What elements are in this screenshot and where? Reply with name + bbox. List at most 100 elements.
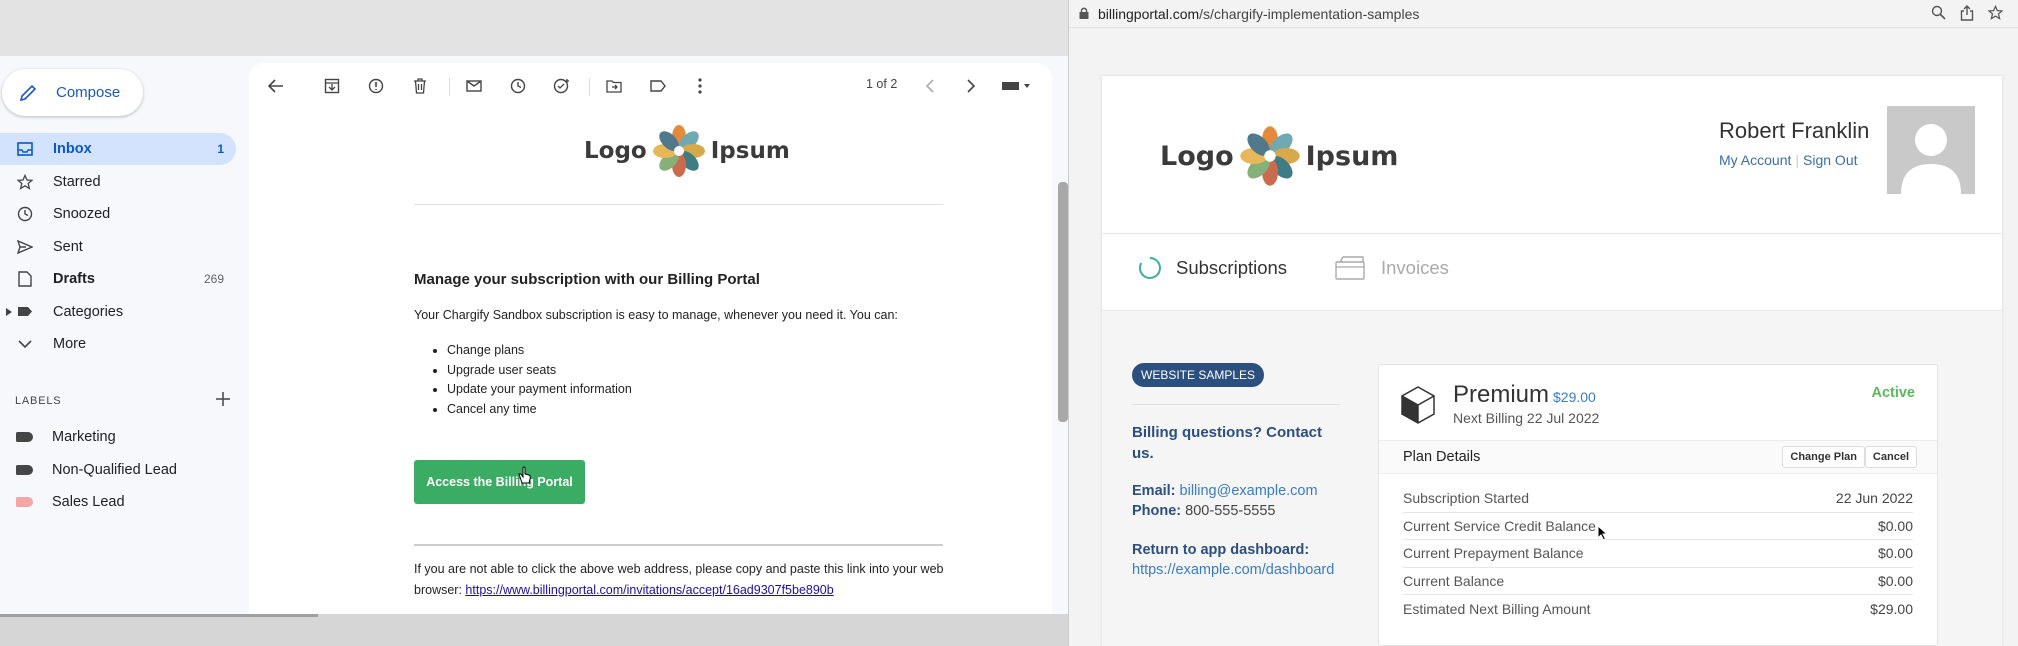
report-spam-icon[interactable] [365, 75, 387, 97]
row-label: Current Prepayment Balance [1403, 545, 1584, 562]
change-plan-button[interactable]: Change Plan [1782, 446, 1865, 468]
nav-item-starred[interactable]: Starred [0, 166, 236, 198]
table-row: Current Prepayment Balance $0.00 [1403, 540, 1913, 568]
list-item: Cancel any time [447, 400, 632, 420]
toolbar-divider [589, 78, 590, 96]
logo-text-left: Logo [584, 138, 647, 164]
horizontal-scrollbar[interactable] [0, 614, 1068, 646]
next-billing: Next Billing 22 Jul 2022 [1453, 410, 1600, 426]
label-as-icon[interactable] [647, 75, 669, 97]
draft-icon [16, 270, 34, 288]
add-task-icon[interactable] [551, 75, 573, 97]
cube-icon [1401, 386, 1435, 424]
divider [414, 544, 943, 546]
email-view: 1 of 2 Logo Ipsum Manage your subscripti… [249, 63, 1052, 615]
compose-button[interactable]: Compose [2, 69, 143, 116]
archive-icon[interactable] [321, 75, 343, 97]
nav-item-sent[interactable]: Sent [0, 231, 236, 263]
plan-name: Premium $29.00 [1453, 381, 1596, 409]
email-logo: Logo Ipsum [584, 123, 790, 179]
bookmark-star-icon[interactable] [1988, 5, 2003, 20]
logo-text-right: Ipsum [1305, 140, 1399, 172]
email-line: Email: billing@example.com [1132, 483, 1318, 499]
label-item-sales-lead[interactable]: Sales Lead [0, 486, 236, 519]
move-to-icon[interactable] [603, 75, 625, 97]
delete-icon[interactable] [409, 75, 431, 97]
nav-label: Starred [53, 173, 101, 190]
clock-icon [16, 205, 34, 223]
lock-icon [1079, 7, 1089, 19]
pagination-text: 1 of 2 [866, 77, 898, 91]
invitation-link[interactable]: https://www.billingportal.com/invitation… [465, 583, 833, 597]
email-label: Email: [1132, 483, 1176, 499]
label-text: Sales Lead [52, 494, 125, 511]
row-label: Subscription Started [1403, 490, 1530, 507]
billing-questions: Billing questions? Contact us. [1132, 424, 1322, 462]
table-row: Subscription Started 22 Jun 2022 [1403, 485, 1913, 513]
label-text: Marketing [52, 429, 116, 446]
table-row: Estimated Next Billing Amount $29.00 [1403, 595, 1913, 623]
logo-text-right: Ipsum [710, 138, 790, 164]
arrow-cursor-icon [1597, 525, 1608, 541]
billing-portal: Logo Ipsum Robert Franklin My Account | … [1102, 76, 2002, 646]
newer-chevron-icon[interactable] [919, 75, 941, 97]
my-account-link[interactable]: My Account [1719, 152, 1791, 168]
labels-list: Marketing Non-Qualified Lead Sales Lead [0, 421, 236, 519]
refresh-icon [1138, 256, 1162, 280]
scrollbar-thumb[interactable] [0, 614, 318, 617]
label-tag-icon [16, 432, 33, 443]
phone-line: Phone: 800-555-5555 [1132, 503, 1275, 519]
nav-item-drafts[interactable]: Drafts 269 [0, 263, 236, 295]
older-chevron-icon[interactable] [960, 75, 982, 97]
list-item: Upgrade user seats [447, 361, 632, 381]
tab-subscriptions[interactable]: Subscriptions [1138, 256, 1287, 280]
plan-details-table: Subscription Started 22 Jun 2022 Current … [1403, 485, 1913, 623]
browser-window: billingportal.com/s/chargify-implementat… [1068, 0, 2018, 646]
email-scrollbar[interactable] [1058, 182, 1068, 422]
wallet-icon [1335, 256, 1367, 280]
row-value: $0.00 [1877, 572, 1913, 589]
url-domain: billingportal.com [1098, 6, 1200, 22]
nav-item-more[interactable]: More [0, 328, 236, 360]
nav-item-inbox[interactable]: Inbox 1 [0, 133, 236, 165]
billing-email-link[interactable]: billing@example.com [1180, 483, 1318, 499]
label-item-marketing[interactable]: Marketing [0, 421, 236, 454]
nav-label: Drafts [53, 271, 95, 287]
avatar [1887, 106, 1975, 194]
address-bar[interactable]: billingportal.com/s/chargify-implementat… [1069, 0, 2018, 28]
add-label-icon[interactable] [216, 392, 230, 409]
expand-arrow-icon[interactable] [6, 304, 12, 320]
email-bullets: Change plans Upgrade user seats Update y… [447, 341, 632, 419]
nav-item-categories[interactable]: Categories [0, 296, 236, 328]
row-label: Current Service Credit Balance [1403, 517, 1596, 534]
access-billing-portal-button[interactable]: Access the Billing Portal [414, 460, 585, 504]
row-value: $0.00 [1877, 517, 1913, 534]
website-samples-badge: WEBSITE SAMPLES [1132, 363, 1265, 387]
nav-item-snoozed[interactable]: Snoozed [0, 198, 236, 230]
back-icon[interactable] [265, 75, 287, 97]
user-placeholder-icon [1901, 124, 1961, 194]
sign-out-link[interactable]: Sign Out [1803, 152, 1857, 168]
row-label: Current Balance [1403, 572, 1505, 589]
cancel-button[interactable]: Cancel [1864, 446, 1917, 468]
mark-unread-icon[interactable] [463, 75, 485, 97]
label-tag-icon [16, 497, 33, 508]
keyboard-icon[interactable] [999, 75, 1035, 97]
tab-invoices[interactable]: Invoices [1335, 256, 1449, 280]
more-options-icon[interactable] [689, 75, 711, 97]
logo-text-left: Logo [1160, 140, 1234, 172]
plan-details-label: Plan Details [1403, 449, 1481, 465]
zoom-icon[interactable] [1931, 5, 1946, 20]
label-item-non-qualified-lead[interactable]: Non-Qualified Lead [0, 454, 236, 487]
share-icon[interactable] [1960, 5, 1974, 21]
labels-heading-text: LABELS [15, 394, 62, 407]
address-bar-actions [1931, 5, 2003, 21]
inbox-icon [16, 140, 34, 158]
nav-label: More [53, 336, 87, 352]
row-value: 22 Jun 2022 [1835, 490, 1913, 507]
dashboard-link[interactable]: https://example.com/dashboard [1132, 562, 1334, 578]
toolbar-divider [449, 78, 450, 96]
plan-price: $29.00 [1553, 389, 1596, 405]
return-label: Return to app dashboard: [1132, 542, 1309, 558]
snooze-icon[interactable] [507, 75, 529, 97]
